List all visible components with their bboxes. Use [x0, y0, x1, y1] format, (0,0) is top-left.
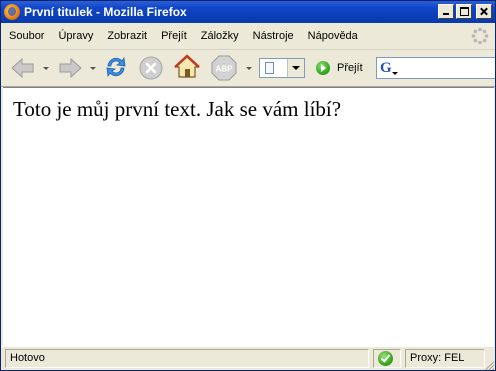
- menu-zobrazit[interactable]: Zobrazit: [101, 30, 153, 42]
- google-icon[interactable]: G: [380, 60, 398, 77]
- go-icon[interactable]: [316, 61, 330, 75]
- resize-grip[interactable]: [484, 360, 494, 370]
- menu-bar: Soubor Úpravy Zobrazit Přejít Záložky Ná…: [1, 23, 495, 50]
- status-bar: Hotovo Proxy: FEL: [1, 346, 495, 370]
- page-text: Toto je můj první text. Jak se vám líbí?: [13, 97, 342, 121]
- address-bar[interactable]: [259, 58, 305, 78]
- adblock-dropdown-icon[interactable]: [246, 67, 252, 70]
- title-bar[interactable]: První titulek - Mozilla Firefox: [1, 1, 495, 23]
- menu-napoveda[interactable]: Nápověda: [302, 30, 364, 42]
- go-button-label[interactable]: Přejít: [337, 62, 363, 74]
- adblock-icon[interactable]: ABP: [210, 54, 238, 82]
- menu-nastroje[interactable]: Nástroje: [247, 30, 300, 42]
- minimize-button[interactable]: [438, 4, 454, 19]
- menu-prejit[interactable]: Přejít: [155, 30, 193, 42]
- menu-soubor[interactable]: Soubor: [3, 30, 50, 42]
- menu-zalozky[interactable]: Záložky: [195, 30, 245, 42]
- maximize-button[interactable]: [456, 4, 472, 19]
- forward-dropdown-icon[interactable]: [90, 67, 96, 70]
- adblock-label: ABP: [216, 65, 234, 74]
- throbber-icon: [471, 27, 489, 45]
- address-dropdown-button[interactable]: [287, 59, 304, 77]
- forward-arrow-icon[interactable]: [56, 54, 84, 82]
- window-controls: [438, 4, 492, 19]
- search-bar[interactable]: G: [376, 57, 495, 79]
- close-button[interactable]: [476, 4, 492, 19]
- window-title: První titulek - Mozilla Firefox: [24, 5, 187, 19]
- stop-icon[interactable]: [137, 54, 165, 82]
- home-icon[interactable]: [173, 53, 201, 81]
- status-security: [373, 349, 401, 368]
- browser-window: První titulek - Mozilla Firefox Soubor Ú…: [0, 0, 496, 371]
- status-text: Hotovo: [5, 349, 369, 368]
- menu-upravy[interactable]: Úpravy: [52, 30, 99, 42]
- reload-icon[interactable]: [102, 53, 130, 81]
- done-check-icon: [378, 351, 393, 366]
- proxy-status[interactable]: Proxy: FEL: [405, 349, 485, 368]
- back-dropdown-icon[interactable]: [43, 67, 49, 70]
- page-content: Toto je můj první text. Jak se vám líbí?: [3, 87, 494, 346]
- firefox-icon: [4, 4, 20, 20]
- back-arrow-icon[interactable]: [9, 54, 37, 82]
- page-icon: [265, 62, 274, 74]
